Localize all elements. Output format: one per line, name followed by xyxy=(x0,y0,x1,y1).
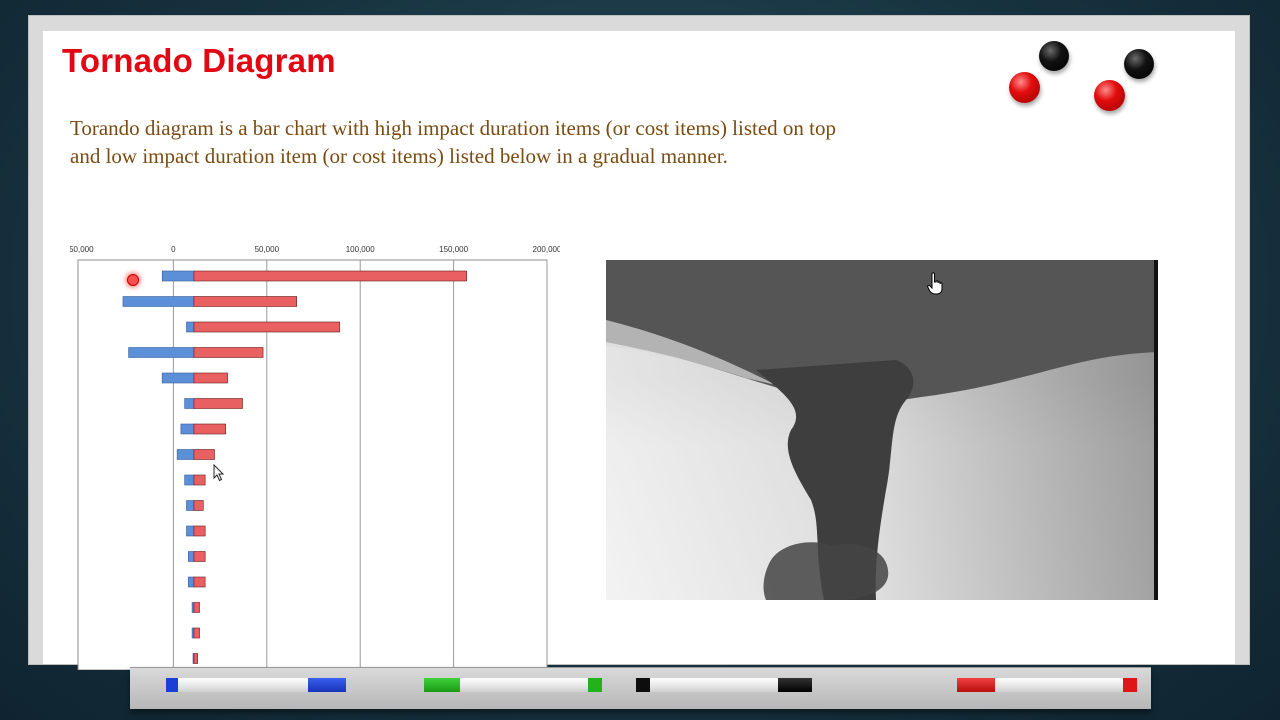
bar-high xyxy=(193,372,228,384)
black-magnet-icon xyxy=(1124,49,1154,79)
bar-high xyxy=(193,576,206,588)
bar-high xyxy=(193,296,297,307)
slide-description: Torando diagram is a bar chart with high… xyxy=(70,114,1080,170)
bar-high xyxy=(193,474,206,486)
red-magnet-icon xyxy=(1094,80,1125,111)
bar-high xyxy=(193,627,200,639)
black-magnet-icon xyxy=(1039,41,1069,71)
tornado-photo xyxy=(606,260,1158,600)
x-tick-label: 100,000 xyxy=(346,245,375,254)
cursor-highlight-icon xyxy=(127,274,139,286)
blue-marker[interactable] xyxy=(166,678,346,692)
bar-low xyxy=(188,576,195,588)
x-tick-label: 0 xyxy=(171,245,176,254)
bar-high xyxy=(193,551,206,562)
x-tick-label: -50,000 xyxy=(70,245,94,254)
green-marker[interactable] xyxy=(424,678,602,692)
bar-high xyxy=(193,500,204,511)
bar-low xyxy=(161,372,195,384)
bar-low xyxy=(186,321,195,333)
red-marker[interactable] xyxy=(957,678,1137,692)
x-tick-label: 200,000 xyxy=(533,245,560,254)
bar-high xyxy=(193,525,206,537)
bar-low xyxy=(128,347,195,358)
bar-low xyxy=(186,500,195,511)
black-marker[interactable] xyxy=(636,678,812,692)
bar-high xyxy=(193,449,215,460)
bar-low xyxy=(161,270,195,282)
bar-high xyxy=(193,653,198,664)
bar-high xyxy=(193,270,467,282)
bar-low xyxy=(186,525,195,537)
bar-low xyxy=(122,296,195,307)
x-tick-label: 50,000 xyxy=(255,245,280,254)
bar-high xyxy=(193,398,243,409)
bar-high xyxy=(193,423,227,435)
red-magnet-icon xyxy=(1009,72,1040,103)
description-line-1: Torando diagram is a bar chart with high… xyxy=(70,116,837,140)
bar-high xyxy=(193,321,340,333)
bar-low xyxy=(180,423,195,435)
bar-low xyxy=(188,551,195,562)
description-line-2: and low impact duration item (or cost it… xyxy=(70,144,728,168)
slide-title: Tornado Diagram xyxy=(62,42,336,79)
chart-plot-area xyxy=(77,259,548,670)
x-tick-label: 150,000 xyxy=(439,245,468,254)
bar-low xyxy=(184,474,195,486)
tornado-chart: -50,000 0 50,000 100,000 150,000 200,000 xyxy=(70,245,560,670)
bar-high xyxy=(193,347,264,358)
bar-high xyxy=(193,602,200,613)
hand-cursor-icon xyxy=(927,272,943,295)
bar-low xyxy=(184,398,195,409)
arrow-cursor-icon xyxy=(213,464,225,482)
bar-low xyxy=(176,449,195,460)
